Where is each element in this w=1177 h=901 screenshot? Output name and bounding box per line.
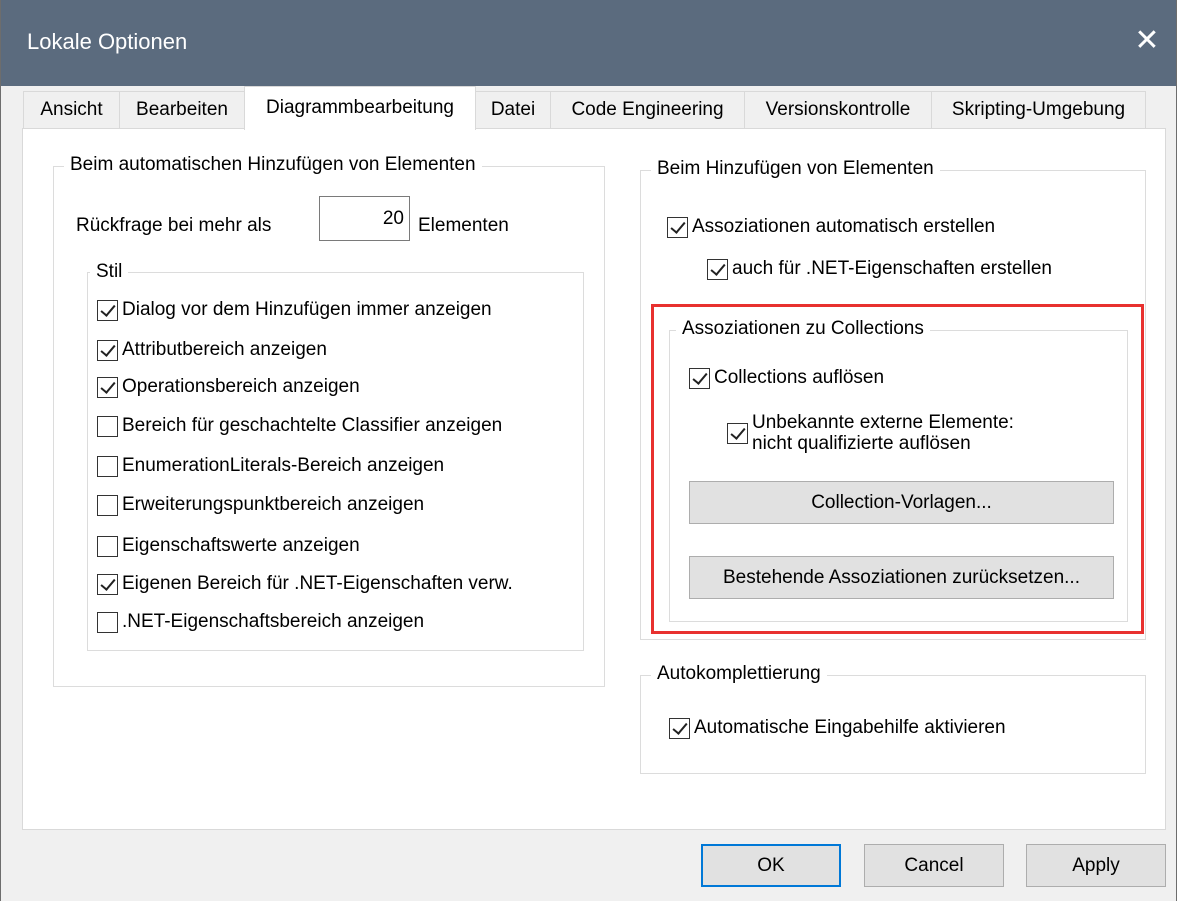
checkbox-box[interactable] [707,258,728,280]
checkbox-label: auch für .NET-Eigenschaften erstellen [732,258,1053,279]
checkbox-net-property-section[interactable]: .NET-Eigenschaftsbereich anzeigen [97,611,424,633]
checkbox-label: EnumerationLiterals-Bereich anzeigen [122,455,445,476]
options-dialog: Lokale Optionen ✕ Ansicht Bearbeiten Dia… [0,0,1177,901]
checkbox-box[interactable] [669,717,690,739]
tab-diagrammbearbeitung[interactable]: Diagrammbearbeitung [244,86,476,130]
tab-datei[interactable]: Datei [475,91,551,129]
auto-add-group-label: Beim automatischen Hinzufügen von Elemen… [64,154,482,176]
checkbox-box[interactable] [97,535,118,557]
element-count-input[interactable]: 20 [319,196,410,241]
title-bar[interactable]: Lokale Optionen ✕ [1,0,1176,86]
checkbox-box[interactable] [97,415,118,437]
checkbox-label: Bereich für geschachtelte Classifier anz… [122,415,503,436]
ok-button[interactable]: OK [701,844,841,887]
tab-skripting-umgebung[interactable]: Skripting-Umgebung [931,91,1146,129]
checkbox-label: Attributbereich anzeigen [122,339,327,360]
checkbox-tagged-values[interactable]: Eigenschaftswerte anzeigen [97,535,360,557]
checkbox-label: Eigenen Bereich für .NET-Eigenschaften v… [122,573,513,594]
checkbox-label: .NET-Eigenschaftsbereich anzeigen [122,611,425,632]
checkbox-create-associations[interactable]: Assoziationen automatisch erstellen [667,216,995,238]
checkbox-extension-point[interactable]: Erweiterungspunktbereich anzeigen [97,494,424,516]
checkbox-label: Automatische Eingabehilfe aktivieren [694,717,1006,738]
autocomplete-group-label: Autokomplettierung [651,663,827,685]
close-icon[interactable]: ✕ [1122,16,1172,66]
style-group-label: Stil [90,261,129,283]
tab-bearbeiten[interactable]: Bearbeiten [119,91,245,129]
checkbox-net-properties[interactable]: auch für .NET-Eigenschaften erstellen [707,258,1052,280]
checkbox-box[interactable] [97,455,118,477]
checkbox-autocomplete[interactable]: Automatische Eingabehilfe aktivieren [669,717,1006,739]
checkbox-attribute-section[interactable]: Attributbereich anzeigen [97,339,327,361]
checkbox-label: Operationsbereich anzeigen [122,376,360,397]
checkbox-label: Assoziationen automatisch erstellen [692,216,996,237]
checkbox-box[interactable] [97,573,118,595]
highlight-frame [651,304,1144,634]
checkbox-box[interactable] [667,216,688,238]
cancel-button[interactable]: Cancel [864,844,1004,887]
checkbox-box[interactable] [97,376,118,398]
checkbox-box[interactable] [97,494,118,516]
prompt-prefix-label: Rückfrage bei mehr als [76,215,272,236]
checkbox-nested-classifier[interactable]: Bereich für geschachtelte Classifier anz… [97,415,502,437]
add-elements-group-label: Beim Hinzufügen von Elementen [651,158,940,180]
window-title: Lokale Optionen [27,29,188,54]
checkbox-enumeration-literals[interactable]: EnumerationLiterals-Bereich anzeigen [97,455,444,477]
checkbox-label: Erweiterungspunktbereich anzeigen [122,494,425,515]
checkbox-own-net-section[interactable]: Eigenen Bereich für .NET-Eigenschaften v… [97,573,513,595]
prompt-suffix-label: Elementen [418,215,509,236]
checkbox-box[interactable] [97,611,118,633]
checkbox-label: Dialog vor dem Hinzufügen immer anzeigen [122,299,492,320]
tab-code-engineering[interactable]: Code Engineering [550,91,745,129]
checkbox-box[interactable] [97,299,118,321]
checkbox-label: Eigenschaftswerte anzeigen [122,535,360,556]
apply-button[interactable]: Apply [1026,844,1166,887]
tab-versionskontrolle[interactable]: Versionskontrolle [744,91,932,129]
tab-ansicht[interactable]: Ansicht [23,91,120,129]
checkbox-dialog-before-add[interactable]: Dialog vor dem Hinzufügen immer anzeigen [97,299,492,321]
checkbox-box[interactable] [97,339,118,361]
checkbox-operation-section[interactable]: Operationsbereich anzeigen [97,376,360,398]
